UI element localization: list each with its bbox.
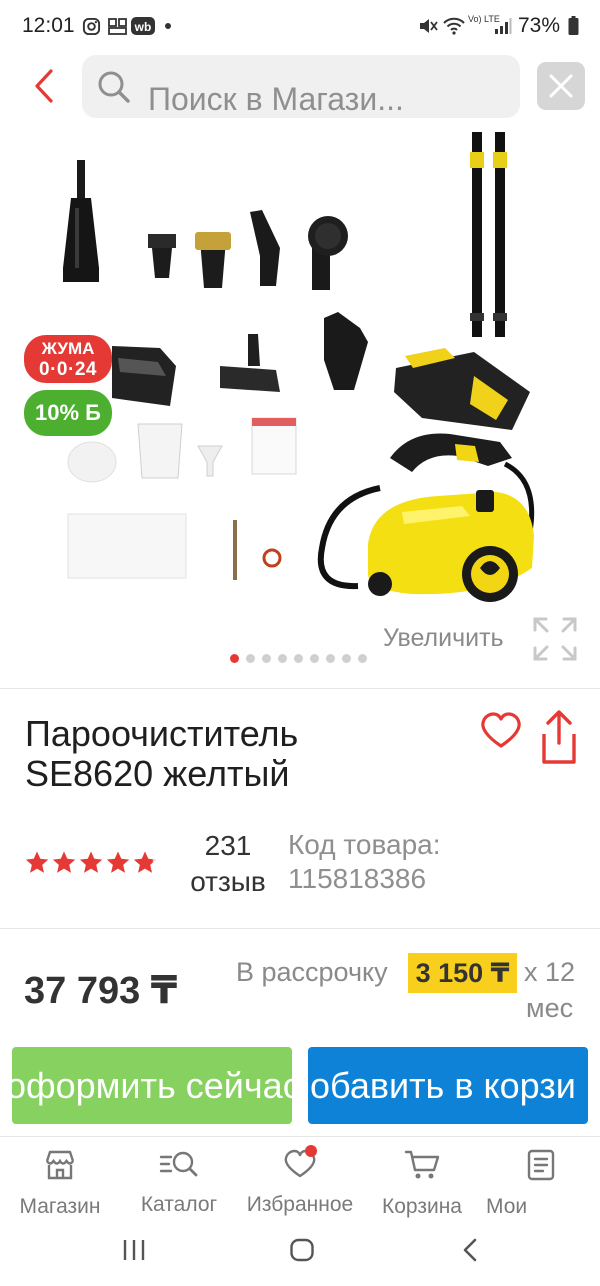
add-to-cart-label: обавить в корзи bbox=[310, 1064, 576, 1106]
wifi-icon bbox=[443, 15, 465, 37]
buy-now-label: оформить сейчас bbox=[12, 1064, 292, 1106]
status-time: 12:01 bbox=[22, 14, 75, 37]
product-title: Пароочиститель SE8620 желтый bbox=[25, 714, 445, 794]
store-icon bbox=[43, 1149, 77, 1181]
reviews-count: 231 bbox=[204, 830, 252, 861]
zoom-label[interactable]: Увеличить bbox=[383, 624, 504, 653]
wb-app-label: wb bbox=[134, 20, 152, 34]
cart-icon bbox=[404, 1149, 440, 1181]
product-price: 37 793 ₸ bbox=[24, 970, 178, 1012]
share-icon[interactable] bbox=[538, 710, 580, 766]
buy-now-button[interactable]: оформить сейчас bbox=[12, 1047, 292, 1124]
rating-stars bbox=[24, 850, 158, 875]
pagination-dot[interactable] bbox=[294, 654, 303, 663]
battery-icon bbox=[568, 15, 579, 37]
nav-item-cart[interactable]: Корзина bbox=[362, 1137, 482, 1218]
steam-cleaner-body-image bbox=[317, 433, 535, 602]
promo-badge-timer: 0·0·24 bbox=[39, 359, 97, 380]
nav-label: Каталог bbox=[140, 1193, 218, 1216]
pagination-dot[interactable] bbox=[230, 654, 239, 663]
accessories-image bbox=[67, 417, 297, 580]
installment-term: х 12 bbox=[524, 957, 576, 987]
product-page: 12:01 wb Vo) LTE 73% Поиск в Магази... Ж… bbox=[0, 0, 600, 1286]
brush-attachments-image bbox=[148, 210, 348, 290]
pagination-dot[interactable] bbox=[262, 654, 271, 663]
nav-item-store[interactable]: Магазин bbox=[0, 1137, 120, 1218]
signal-icon bbox=[494, 15, 512, 37]
nav-label: Избранное bbox=[246, 1193, 354, 1216]
star-icon bbox=[25, 851, 49, 873]
extension-tubes-image bbox=[470, 132, 507, 337]
favorite-heart-icon[interactable] bbox=[480, 712, 522, 750]
home-icon[interactable] bbox=[289, 1238, 315, 1262]
back-button[interactable] bbox=[22, 60, 66, 112]
pagination-dot[interactable] bbox=[326, 654, 335, 663]
gallery-pagination bbox=[230, 654, 367, 663]
status-bar: 12:01 wb Vo) LTE 73% bbox=[0, 0, 600, 56]
instagram-icon bbox=[82, 15, 101, 37]
product-title-line: Пароочиститель bbox=[25, 713, 299, 754]
pagination-dot[interactable] bbox=[358, 654, 367, 663]
floor-nozzles-image bbox=[112, 312, 530, 430]
battery-percent: 73% bbox=[518, 14, 561, 37]
promo-badge-title: ЖУМА bbox=[41, 339, 95, 358]
reviews-label: отзыв bbox=[190, 866, 266, 897]
orders-icon bbox=[526, 1149, 556, 1181]
nav-item-catalog[interactable]: Каталог bbox=[120, 1137, 238, 1217]
system-back-icon[interactable] bbox=[460, 1238, 480, 1262]
pagination-dot[interactable] bbox=[278, 654, 287, 663]
bottom-navigation: Магазин Каталог Избранное Корзина Мои bbox=[0, 1136, 600, 1218]
notification-dot-icon bbox=[164, 15, 172, 37]
star-icon bbox=[133, 851, 157, 873]
clear-search-button[interactable] bbox=[537, 62, 585, 110]
reviews-link[interactable]: 231 отзыв bbox=[180, 828, 276, 900]
favorites-badge-dot bbox=[305, 1145, 317, 1157]
divider bbox=[0, 688, 600, 689]
nav-item-favorites[interactable]: Избранное bbox=[238, 1137, 362, 1217]
system-navigation-bar bbox=[0, 1216, 600, 1286]
discount-badge: 10% Б bbox=[24, 390, 112, 436]
close-icon bbox=[549, 74, 573, 98]
sku-value: 115818386 bbox=[288, 863, 427, 894]
pagination-dot[interactable] bbox=[310, 654, 319, 663]
product-gallery[interactable]: ЖУМА 0·0·24 10% Б Увеличить bbox=[0, 128, 600, 680]
promo-timer-badge: ЖУМА 0·0·24 bbox=[24, 335, 112, 383]
recent-apps-icon[interactable] bbox=[121, 1238, 147, 1262]
sku-label: Код товара: bbox=[288, 829, 441, 860]
mute-icon bbox=[418, 15, 438, 37]
pagination-dot[interactable] bbox=[342, 654, 351, 663]
star-icon bbox=[106, 851, 130, 873]
search-placeholder: Поиск в Магази... bbox=[148, 81, 404, 117]
installment-amount[interactable]: 3 150 ₸ bbox=[408, 953, 517, 993]
divider bbox=[0, 928, 600, 929]
product-title-line: SE8620 желтый bbox=[25, 753, 290, 794]
installment-label: В рассрочку bbox=[236, 957, 388, 987]
search-input[interactable]: Поиск в Магази... bbox=[82, 55, 520, 118]
search-icon bbox=[98, 71, 130, 103]
bottle-attachment-image bbox=[63, 160, 99, 282]
star-icon bbox=[79, 851, 103, 873]
installment-months-label: мес bbox=[526, 993, 574, 1023]
wb-app-icon: wb bbox=[131, 15, 155, 37]
nav-item-profile[interactable]: Мои bbox=[482, 1137, 600, 1218]
sku-block: Код товара: 115818386 bbox=[288, 828, 441, 896]
chevron-left-icon bbox=[35, 69, 53, 103]
star-icon bbox=[52, 851, 76, 873]
add-to-cart-button[interactable]: обавить в корзи bbox=[308, 1047, 588, 1124]
kazakh-app-icon bbox=[107, 15, 129, 37]
catalog-search-icon bbox=[159, 1149, 199, 1179]
pagination-dot[interactable] bbox=[246, 654, 255, 663]
expand-icon[interactable] bbox=[532, 616, 578, 662]
